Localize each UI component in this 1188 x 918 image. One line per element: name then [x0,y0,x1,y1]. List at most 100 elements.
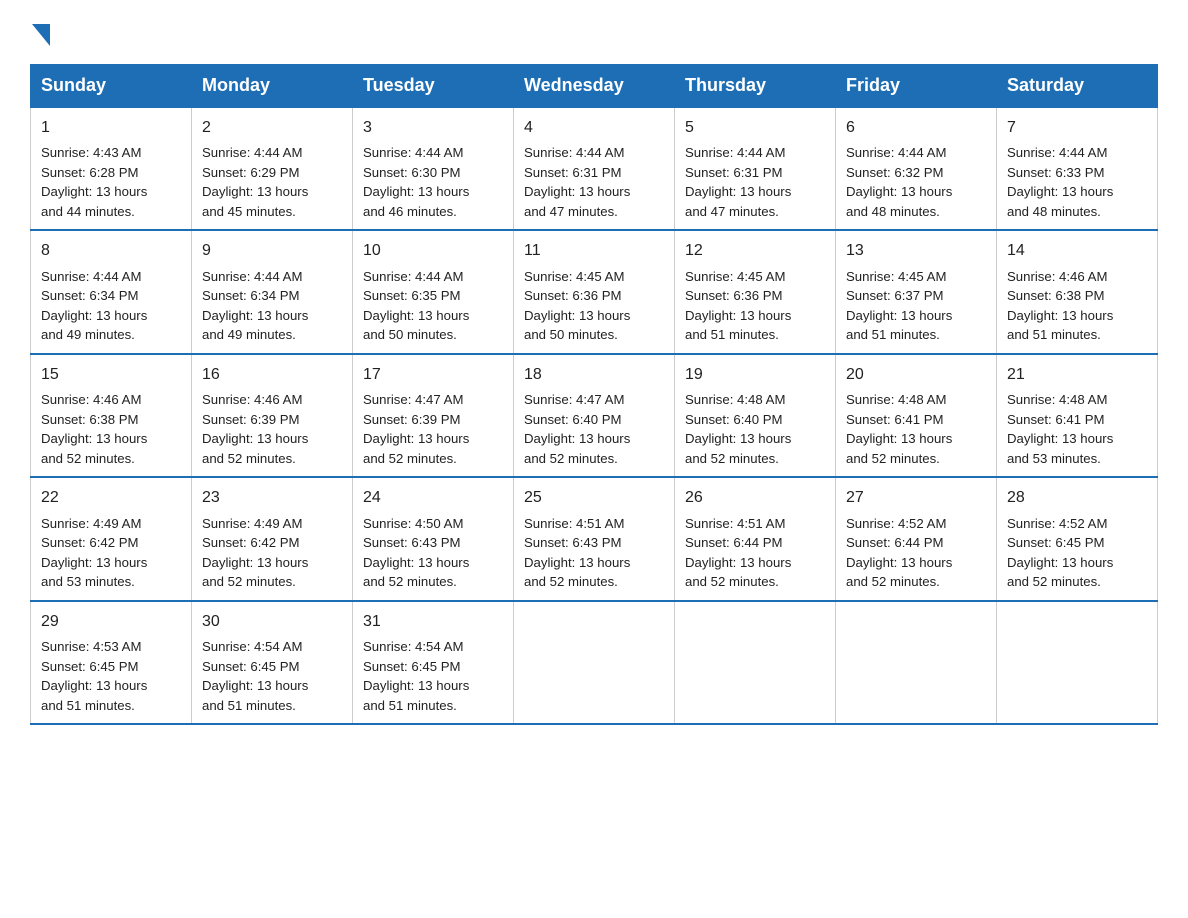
day-info: Sunrise: 4:51 AMSunset: 6:44 PMDaylight:… [685,516,791,590]
day-number: 31 [363,610,503,633]
day-info: Sunrise: 4:48 AMSunset: 6:40 PMDaylight:… [685,392,791,466]
calendar-cell: 30Sunrise: 4:54 AMSunset: 6:45 PMDayligh… [192,601,353,724]
logo-triangle-icon [32,24,50,46]
day-number: 10 [363,239,503,262]
day-number: 8 [41,239,181,262]
day-info: Sunrise: 4:47 AMSunset: 6:40 PMDaylight:… [524,392,630,466]
day-number: 17 [363,363,503,386]
logo [30,20,50,46]
calendar-cell: 16 Sunrise: 4:46 AMSunset: 6:39 PMDayligh… [192,354,353,477]
day-info: Sunrise: 4:52 AMSunset: 6:44 PMDaylight:… [846,516,952,590]
calendar-cell: 19 Sunrise: 4:48 AMSunset: 6:40 PMDayligh… [675,354,836,477]
day-number: 9 [202,239,342,262]
day-number: 13 [846,239,986,262]
day-number: 28 [1007,486,1147,509]
calendar-cell [997,601,1158,724]
calendar-cell: 28 Sunrise: 4:52 AMSunset: 6:45 PMDayligh… [997,477,1158,600]
day-info: Sunrise: 4:49 AMSunset: 6:42 PMDaylight:… [41,516,147,590]
calendar-cell: 26 Sunrise: 4:51 AMSunset: 6:44 PMDayligh… [675,477,836,600]
header-wednesday: Wednesday [514,65,675,108]
day-info: Sunrise: 4:54 AMSunset: 6:45 PMDaylight:… [363,639,469,713]
day-info: Sunrise: 4:53 AMSunset: 6:45 PMDaylight:… [41,639,147,713]
calendar-cell [836,601,997,724]
day-info: Sunrise: 4:44 AMSunset: 6:31 PMDaylight:… [685,145,791,219]
week-row-3: 15 Sunrise: 4:46 AMSunset: 6:38 PMDayligh… [31,354,1158,477]
day-number: 22 [41,486,181,509]
calendar-cell: 7Sunrise: 4:44 AMSunset: 6:33 PMDaylight… [997,107,1158,230]
day-info: Sunrise: 4:46 AMSunset: 6:38 PMDaylight:… [1007,269,1113,343]
header-thursday: Thursday [675,65,836,108]
day-info: Sunrise: 4:45 AMSunset: 6:36 PMDaylight:… [524,269,630,343]
day-number: 26 [685,486,825,509]
calendar-cell: 17 Sunrise: 4:47 AMSunset: 6:39 PMDayligh… [353,354,514,477]
day-info: Sunrise: 4:51 AMSunset: 6:43 PMDaylight:… [524,516,630,590]
day-info: Sunrise: 4:44 AMSunset: 6:30 PMDaylight:… [363,145,469,219]
day-number: 16 [202,363,342,386]
day-info: Sunrise: 4:48 AMSunset: 6:41 PMDaylight:… [846,392,952,466]
day-number: 4 [524,116,664,139]
calendar-cell: 4 Sunrise: 4:44 AMSunset: 6:31 PMDaylight… [514,107,675,230]
day-number: 18 [524,363,664,386]
day-number: 11 [524,239,664,262]
day-info: Sunrise: 4:45 AMSunset: 6:37 PMDaylight:… [846,269,952,343]
header-monday: Monday [192,65,353,108]
day-info: Sunrise: 4:52 AMSunset: 6:45 PMDaylight:… [1007,516,1113,590]
day-number: 1 [41,116,181,139]
day-info: Sunrise: 4:46 AMSunset: 6:38 PMDaylight:… [41,392,147,466]
day-number: 20 [846,363,986,386]
day-number: 3 [363,116,503,139]
day-info: Sunrise: 4:44 AMSunset: 6:32 PMDaylight:… [846,145,952,219]
day-info: Sunrise: 4:44 AMSunset: 6:31 PMDaylight:… [524,145,630,219]
calendar-cell: 23Sunrise: 4:49 AMSunset: 6:42 PMDayligh… [192,477,353,600]
calendar-table: SundayMondayTuesdayWednesdayThursdayFrid… [30,64,1158,725]
calendar-cell: 9 Sunrise: 4:44 AMSunset: 6:34 PMDaylight… [192,230,353,353]
header-sunday: Sunday [31,65,192,108]
calendar-cell: 14 Sunrise: 4:46 AMSunset: 6:38 PMDayligh… [997,230,1158,353]
calendar-cell: 20 Sunrise: 4:48 AMSunset: 6:41 PMDayligh… [836,354,997,477]
day-info: Sunrise: 4:44 AMSunset: 6:34 PMDaylight:… [202,269,308,343]
day-number: 21 [1007,363,1147,386]
day-info: Sunrise: 4:47 AMSunset: 6:39 PMDaylight:… [363,392,469,466]
calendar-cell: 1 Sunrise: 4:43 AMSunset: 6:28 PMDaylight… [31,107,192,230]
calendar-cell: 29 Sunrise: 4:53 AMSunset: 6:45 PMDayligh… [31,601,192,724]
header-saturday: Saturday [997,65,1158,108]
day-number: 27 [846,486,986,509]
page-header [30,20,1158,46]
day-number: 6 [846,116,986,139]
week-row-4: 22 Sunrise: 4:49 AMSunset: 6:42 PMDayligh… [31,477,1158,600]
day-info: Sunrise: 4:44 AMSunset: 6:33 PMDaylight:… [1007,145,1113,219]
calendar-cell: 12 Sunrise: 4:45 AMSunset: 6:36 PMDayligh… [675,230,836,353]
calendar-header-row: SundayMondayTuesdayWednesdayThursdayFrid… [31,65,1158,108]
day-info: Sunrise: 4:48 AMSunset: 6:41 PMDaylight:… [1007,392,1113,466]
calendar-cell: 11 Sunrise: 4:45 AMSunset: 6:36 PMDayligh… [514,230,675,353]
day-info: Sunrise: 4:43 AMSunset: 6:28 PMDaylight:… [41,145,147,219]
day-info: Sunrise: 4:44 AMSunset: 6:34 PMDaylight:… [41,269,147,343]
day-number: 25 [524,486,664,509]
calendar-cell [514,601,675,724]
calendar-cell: 27 Sunrise: 4:52 AMSunset: 6:44 PMDayligh… [836,477,997,600]
day-number: 12 [685,239,825,262]
calendar-cell: 3 Sunrise: 4:44 AMSunset: 6:30 PMDaylight… [353,107,514,230]
calendar-cell: 10 Sunrise: 4:44 AMSunset: 6:35 PMDayligh… [353,230,514,353]
day-number: 24 [363,486,503,509]
calendar-cell: 5 Sunrise: 4:44 AMSunset: 6:31 PMDaylight… [675,107,836,230]
day-info: Sunrise: 4:50 AMSunset: 6:43 PMDaylight:… [363,516,469,590]
day-info: Sunrise: 4:46 AMSunset: 6:39 PMDaylight:… [202,392,308,466]
calendar-cell: 13 Sunrise: 4:45 AMSunset: 6:37 PMDayligh… [836,230,997,353]
calendar-cell: 2Sunrise: 4:44 AMSunset: 6:29 PMDaylight… [192,107,353,230]
day-number: 29 [41,610,181,633]
week-row-1: 1 Sunrise: 4:43 AMSunset: 6:28 PMDaylight… [31,107,1158,230]
day-number: 5 [685,116,825,139]
week-row-2: 8 Sunrise: 4:44 AMSunset: 6:34 PMDaylight… [31,230,1158,353]
day-number: 15 [41,363,181,386]
day-info: Sunrise: 4:44 AMSunset: 6:35 PMDaylight:… [363,269,469,343]
day-info: Sunrise: 4:49 AMSunset: 6:42 PMDaylight:… [202,516,308,590]
calendar-cell: 25 Sunrise: 4:51 AMSunset: 6:43 PMDayligh… [514,477,675,600]
day-number: 19 [685,363,825,386]
day-number: 14 [1007,239,1147,262]
calendar-cell [675,601,836,724]
day-info: Sunrise: 4:45 AMSunset: 6:36 PMDaylight:… [685,269,791,343]
day-info: Sunrise: 4:54 AMSunset: 6:45 PMDaylight:… [202,639,308,713]
calendar-cell: 21 Sunrise: 4:48 AMSunset: 6:41 PMDayligh… [997,354,1158,477]
calendar-cell: 8 Sunrise: 4:44 AMSunset: 6:34 PMDaylight… [31,230,192,353]
